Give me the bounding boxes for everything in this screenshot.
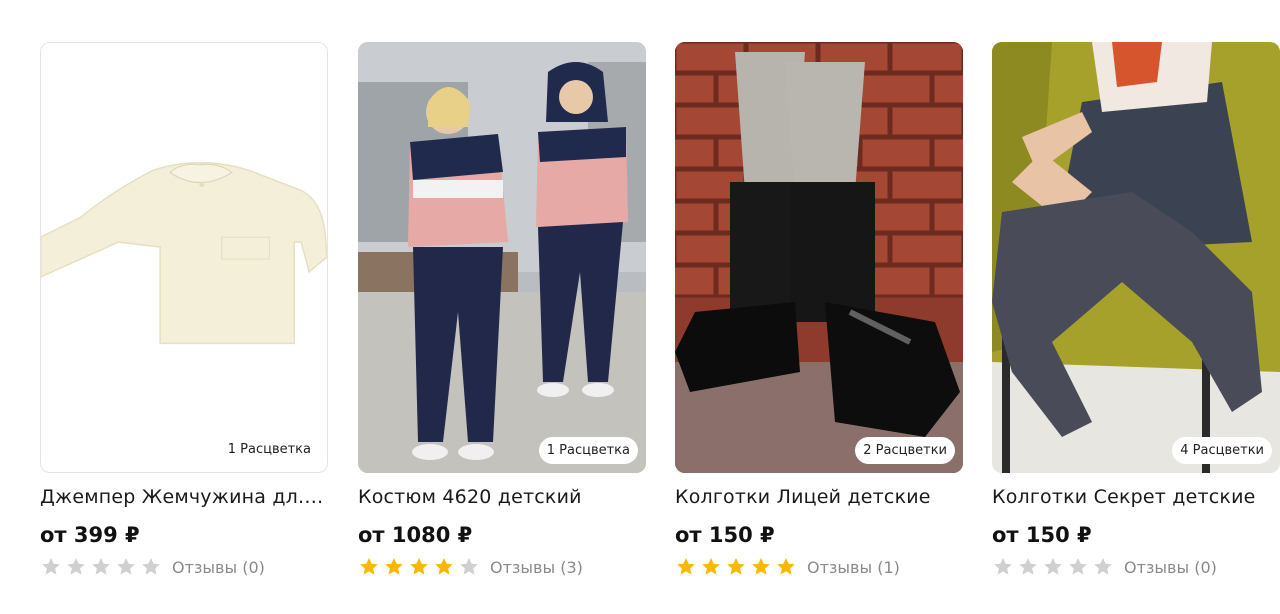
product-title[interactable]: Джемпер Жемчужина дл. р...	[40, 486, 328, 508]
color-variants-badge: 1 Расцветка	[219, 436, 319, 463]
rating-stars	[992, 556, 1114, 578]
rating-stars	[40, 556, 162, 578]
star-filled-icon	[385, 558, 403, 575]
reviews-link[interactable]: Отзывы (1)	[807, 558, 900, 577]
product-image[interactable]: 1 Расцветка	[40, 42, 328, 473]
product-title[interactable]: Колготки Лицей детские	[675, 486, 963, 508]
product-image[interactable]: 4 Расцветки	[992, 42, 1280, 473]
star-empty-icon	[1019, 558, 1037, 575]
star-empty-icon	[142, 558, 160, 575]
color-variants-badge: 2 Расцветки	[855, 437, 955, 464]
star-filled-icon	[777, 558, 795, 575]
star-empty-icon	[1044, 558, 1062, 575]
star-filled-icon	[727, 558, 745, 575]
star-filled-icon	[360, 558, 378, 575]
star-filled-icon	[677, 558, 695, 575]
product-price: от 150 ₽	[675, 523, 775, 547]
rating-row: Отзывы (1)	[675, 555, 963, 579]
product-title[interactable]: Колготки Секрет детские	[992, 486, 1280, 508]
product-image[interactable]: 2 Расцветки	[675, 42, 963, 473]
product-grid: 1 Расцветка Джемпер Жемчужина дл. р... о…	[0, 0, 1280, 614]
rating-stars	[675, 556, 797, 578]
star-empty-icon	[67, 558, 85, 575]
star-filled-icon	[752, 558, 770, 575]
star-empty-icon	[117, 558, 135, 575]
reviews-link[interactable]: Отзывы (0)	[1124, 558, 1217, 577]
product-title[interactable]: Костюм 4620 детский	[358, 486, 646, 508]
product-image[interactable]: 1 Расцветка	[358, 42, 646, 473]
rating-row: Отзывы (3)	[358, 555, 646, 579]
star-empty-icon	[1094, 558, 1112, 575]
reviews-link[interactable]: Отзывы (3)	[490, 558, 583, 577]
star-filled-icon	[702, 558, 720, 575]
product-card[interactable]: 1 Расцветка Джемпер Жемчужина дл. р... о…	[40, 42, 328, 579]
cream-sweater-image	[41, 43, 327, 472]
rating-row: Отзывы (0)	[992, 555, 1280, 579]
product-price: от 399 ₽	[40, 523, 140, 547]
star-empty-icon	[42, 558, 60, 575]
product-card[interactable]: 4 Расцветки Колготки Секрет детские от 1…	[992, 42, 1280, 579]
star-empty-icon	[994, 558, 1012, 575]
color-variants-badge: 4 Расцветки	[1172, 437, 1272, 464]
color-variants-badge: 1 Расцветка	[538, 437, 638, 464]
star-empty-icon	[92, 558, 110, 575]
tights-boots-image	[675, 42, 963, 473]
product-price: от 150 ₽	[992, 523, 1092, 547]
reviews-link[interactable]: Отзывы (0)	[172, 558, 265, 577]
rating-row: Отзывы (0)	[40, 555, 328, 579]
product-card[interactable]: 2 Расцветки Колготки Лицей детские от 15…	[675, 42, 963, 579]
star-empty-icon	[460, 558, 478, 575]
product-card[interactable]: 1 Расцветка Костюм 4620 детский от 1080 …	[358, 42, 646, 579]
product-price: от 1080 ₽	[358, 523, 473, 547]
star-filled-icon	[435, 558, 453, 575]
grey-tights-chair-image	[992, 42, 1280, 473]
star-filled-icon	[410, 558, 428, 575]
girl-tracksuit-image	[358, 42, 646, 473]
rating-stars	[358, 556, 480, 578]
star-empty-icon	[1069, 558, 1087, 575]
